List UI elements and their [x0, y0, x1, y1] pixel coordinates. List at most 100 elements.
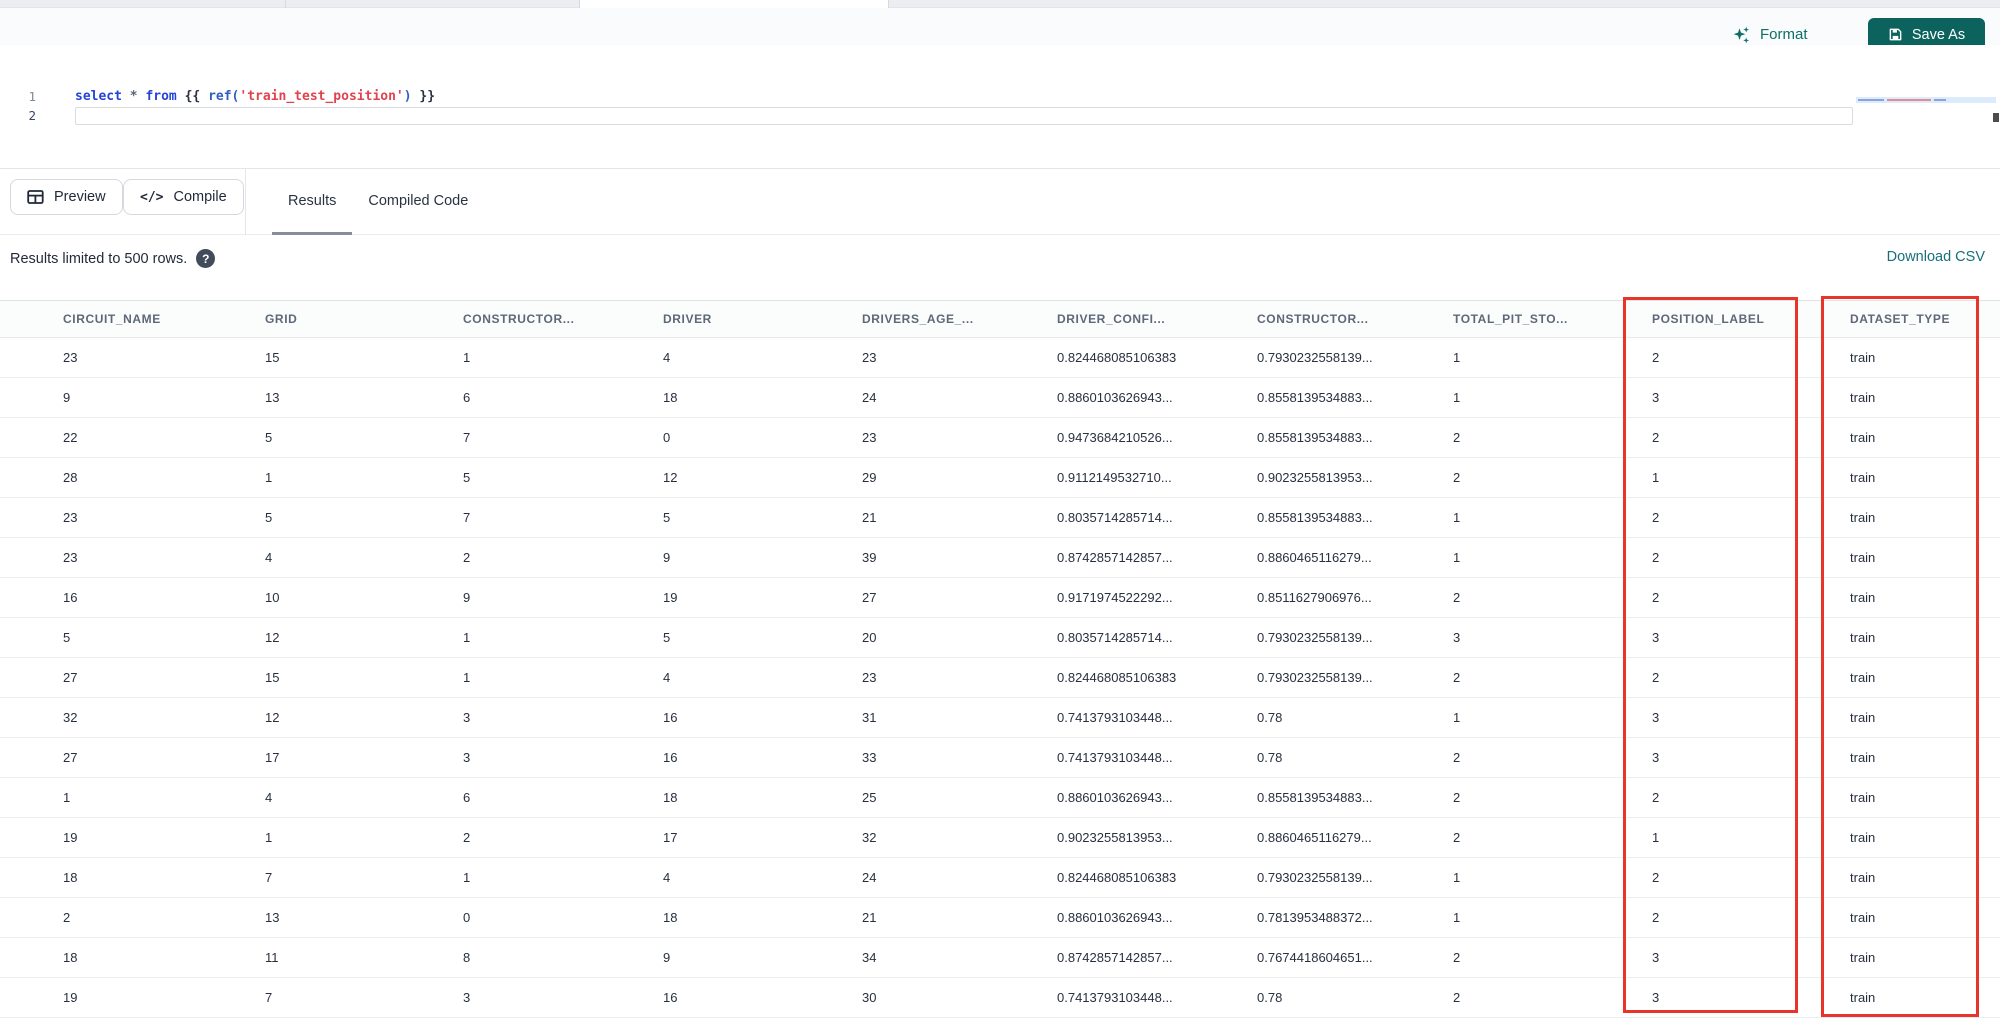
table-row: 23 15 1 4 23 0.824468085106383 0.7930232558139… [0, 338, 2000, 378]
code-token: {{ [176, 89, 209, 104]
table-cell: 0.78 [1257, 750, 1283, 765]
table-cell: 28 [63, 470, 78, 485]
table-cell: 16 [663, 990, 678, 1005]
table-cell: 0.8742857142857... [1057, 950, 1173, 965]
table-cell: 12 [265, 630, 280, 645]
table-cell: 0.8558139534883... [1257, 390, 1373, 405]
table-cell: 0.9171974522292... [1057, 590, 1173, 605]
editor-minimap[interactable] [1856, 97, 1996, 103]
code-token: ) [403, 89, 412, 104]
table-cell: 2 [1652, 590, 1660, 605]
table-cell: 2 [1453, 430, 1461, 445]
table-cell: 6 [463, 390, 471, 405]
editor-scrollbar-nub[interactable] [1993, 113, 1999, 122]
table-cell: 1 [1453, 870, 1461, 885]
table-cell: 4 [663, 350, 671, 365]
table-cell: 7 [463, 510, 471, 525]
table-cell: 0.9023255813953... [1057, 830, 1173, 845]
table-row: 28 1 5 12 29 0.9112149532710... 0.902325581395… [0, 458, 2000, 498]
help-icon[interactable]: ? [196, 249, 216, 268]
table-row: 22 5 7 0 23 0.9473684210526... 0.8558139534883… [0, 418, 2000, 458]
table-cell: 27 [862, 590, 877, 605]
table-cell: 0.8558139534883... [1257, 790, 1373, 805]
table-cell: 0.8511627906976... [1257, 590, 1372, 605]
column-header: CIRCUIT_NAME [63, 312, 161, 326]
table-cell: 2 [1453, 990, 1461, 1005]
preview-button[interactable]: Preview [10, 179, 123, 215]
table-cell: 23 [63, 350, 78, 365]
sql-editor[interactable]: 1 2 select * from {{ ref('train_test_pos… [0, 45, 2000, 168]
table-cell: 3 [463, 990, 471, 1005]
table-cell: 2 [1652, 550, 1660, 565]
table-cell: 0.9473684210526... [1057, 430, 1173, 445]
table-cell: 1 [1652, 470, 1660, 485]
save-as-label: Save As [1911, 26, 1966, 43]
table-cell: 2 [1453, 830, 1461, 845]
minimap-mark [1934, 99, 1946, 101]
table-cell: 0.7930232558139... [1257, 630, 1373, 645]
results-table: CIRCUIT_NAME GRID CONSTRUCTOR... DRIVER DRIV… [0, 300, 2000, 1018]
code-token: ref( [208, 89, 240, 104]
results-panel-header: Preview </> Compile Results Compiled Code [0, 168, 2000, 235]
table-cell: train [1850, 790, 1876, 805]
window-tab-strip [0, 0, 2000, 8]
table-cell: 2 [63, 910, 71, 925]
table-row: 5 12 1 5 20 0.8035714285714... 0.7930232558139… [0, 618, 2000, 658]
table-cell: 5 [265, 510, 273, 525]
table-cell: 2 [463, 830, 471, 845]
preview-label: Preview [54, 189, 106, 205]
table-cell: 30 [862, 990, 877, 1005]
table-cell: 0.78 [1257, 990, 1283, 1005]
table-cell: 9 [463, 590, 471, 605]
tab-compiled-code[interactable]: Compiled Code [352, 169, 484, 235]
table-row: 18 7 1 4 24 0.824468085106383 0.7930232558139.… [0, 858, 2000, 898]
table-cell: 19 [63, 990, 78, 1005]
table-body: 23 15 1 4 23 0.824468085106383 0.7930232558139… [0, 338, 2000, 1018]
table-cell: 13 [265, 910, 280, 925]
editor-toolbar: Format Save As [0, 8, 2000, 51]
code-icon: </> [140, 189, 164, 205]
table-cell: 9 [63, 390, 71, 405]
table-row: 2 13 0 18 21 0.8860103626943... 0.781395348837… [0, 898, 2000, 938]
column-header: DATASET_TYPE [1850, 312, 1951, 326]
code-line-1[interactable]: select * from {{ ref('train_test_positio… [75, 88, 435, 105]
table-cell: 0.8860465116279... [1257, 830, 1372, 845]
tab-strip-divider [285, 0, 286, 8]
table-cell: 1 [265, 830, 273, 845]
table-row: 1 4 6 18 25 0.8860103626943... 0.8558139534883… [0, 778, 2000, 818]
download-csv-link[interactable]: Download CSV [1887, 249, 1985, 265]
table-cell: 24 [862, 870, 877, 885]
table-cell: train [1850, 910, 1876, 925]
table-cell: 2 [1453, 590, 1461, 605]
table-cell: 0.8860103626943... [1057, 910, 1173, 925]
table-cell: 3 [1652, 950, 1660, 965]
compile-button[interactable]: </> Compile [123, 179, 244, 215]
active-file-tab[interactable] [580, 0, 888, 8]
table-cell: train [1850, 630, 1876, 645]
table-cell: 0.78 [1257, 710, 1283, 725]
table-cell: 0.9112149532710... [1057, 470, 1172, 485]
tab-results[interactable]: Results [272, 169, 353, 235]
table-cell: 0.8558139534883... [1257, 510, 1373, 525]
table-cell: 8 [463, 950, 471, 965]
table-row: 18 11 8 9 34 0.8742857142857... 0.767441860465… [0, 938, 2000, 978]
table-cell: train [1850, 990, 1876, 1005]
table-cell: 18 [63, 950, 78, 965]
line-number-2: 2 [28, 108, 36, 123]
table-cell: 0.8558139534883... [1257, 430, 1373, 445]
format-label: Format [1760, 26, 1808, 43]
table-cell: 2 [1652, 870, 1660, 885]
cursor-line-highlight[interactable] [75, 107, 1853, 125]
table-cell: 0 [663, 430, 671, 445]
table-cell: 2 [1652, 510, 1660, 525]
code-token: select [75, 89, 122, 104]
table-cell: 19 [663, 590, 678, 605]
table-cell: 0.7413793103448... [1057, 710, 1173, 725]
code-token: 'train_test_position' [239, 89, 404, 104]
table-cell: 2 [1453, 790, 1461, 805]
table-row: 16 10 9 19 27 0.9171974522292... 0.85116279069… [0, 578, 2000, 618]
table-cell: 12 [265, 710, 280, 725]
table-cell: 0.9023255813953... [1257, 470, 1373, 485]
table-cell: 4 [265, 550, 273, 565]
table-cell: 0.8742857142857... [1057, 550, 1173, 565]
